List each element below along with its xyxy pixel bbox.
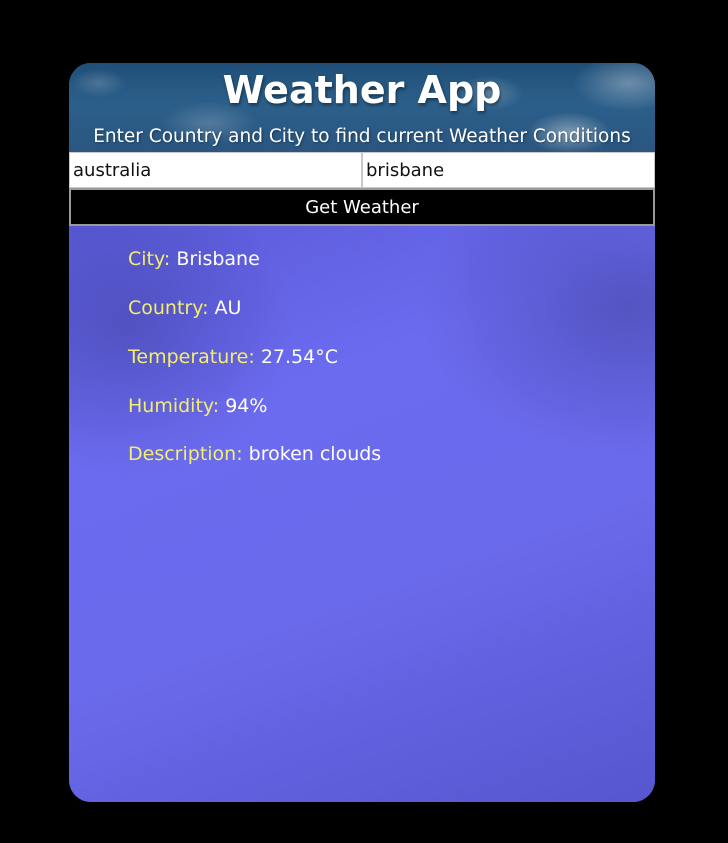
app-subtitle: Enter Country and City to find current W…: [93, 126, 631, 147]
result-humidity: Humidity: 94%: [128, 394, 267, 418]
weather-results: City: Brisbane Country: AU Temperature: …: [69, 226, 655, 802]
result-country: Country: AU: [128, 296, 241, 320]
country-input[interactable]: [69, 152, 362, 188]
result-description-label: Description:: [128, 443, 243, 465]
result-humidity-label: Humidity:: [128, 395, 220, 417]
result-temperature: Temperature: 27.54°C: [128, 345, 338, 369]
app-title: Weather App: [222, 68, 502, 112]
result-country-label: Country:: [128, 297, 209, 319]
result-city-value: Brisbane: [176, 248, 260, 270]
city-input[interactable]: [362, 152, 655, 188]
result-description: Description: broken clouds: [128, 442, 381, 466]
result-country-value: AU: [214, 297, 242, 319]
search-form: [69, 152, 655, 188]
get-weather-button[interactable]: Get Weather: [69, 188, 655, 226]
result-city-label: City:: [128, 248, 171, 270]
result-temperature-label: Temperature:: [128, 346, 255, 368]
result-humidity-value: 94%: [225, 395, 268, 417]
header-banner: Weather App Enter Country and City to fi…: [69, 63, 655, 152]
result-city: City: Brisbane: [128, 247, 260, 271]
result-description-value: broken clouds: [248, 443, 382, 465]
result-temperature-value: 27.54°C: [260, 346, 338, 368]
weather-app-card: Weather App Enter Country and City to fi…: [69, 63, 655, 802]
